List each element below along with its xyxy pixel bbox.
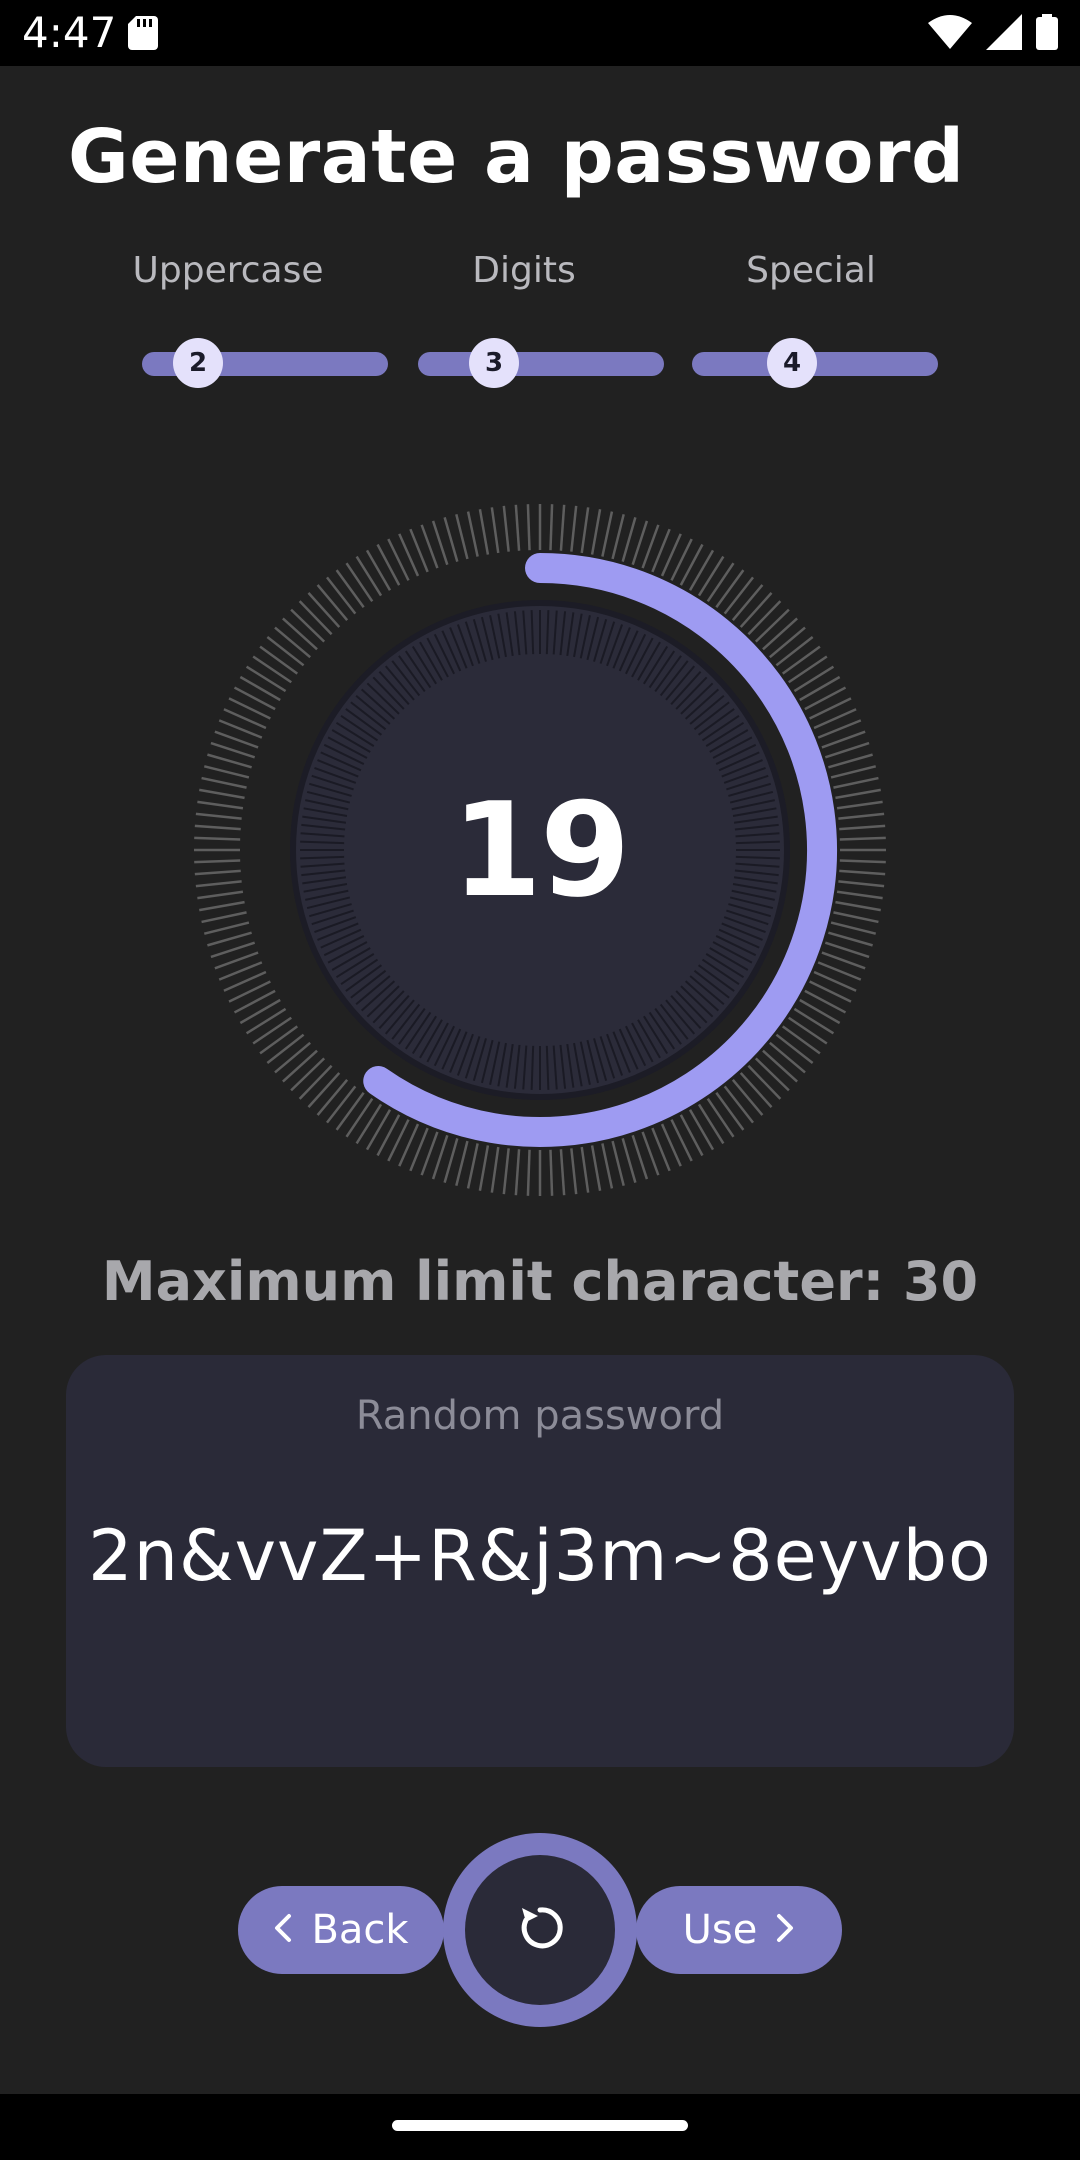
digits-slider[interactable]: 3 [418,338,664,388]
password-label: Random password [355,1393,725,1439]
special-slider-thumb[interactable]: 4 [767,338,817,388]
refresh-button-inner [465,1855,615,2005]
max-limit-text: Maximum limit character: 30 [101,1250,979,1313]
wifi-icon [928,15,972,53]
status-time: 4:47 [22,8,117,57]
password-card: Random password 2n&vvZ+R&j3m~8eyvbo [66,1355,1014,1767]
dial-value: 19 [451,774,631,926]
battery-icon [1036,14,1058,54]
home-indicator[interactable] [392,2120,688,2131]
back-button[interactable]: Back [238,1886,444,1974]
navigation-bar [0,2094,1080,2160]
uppercase-slider-thumb[interactable]: 2 [173,338,223,388]
digits-slider-thumb[interactable]: 3 [469,338,519,388]
password-value[interactable]: 2n&vvZ+R&j3m~8eyvbo [66,1515,1014,1597]
chevron-right-icon [775,1907,795,1953]
chevron-left-icon [273,1907,293,1953]
use-button[interactable]: Use [636,1886,842,1974]
back-button-label: Back [311,1907,409,1953]
special-label: Special [746,250,876,291]
length-dial[interactable]: 19 [190,500,890,1200]
refresh-icon [512,1900,568,1960]
uppercase-slider[interactable]: 2 [142,338,388,388]
status-bar: 4:47 [0,0,1080,66]
uppercase-label: Uppercase [132,250,324,291]
page-title: Generate a password [68,114,965,200]
refresh-button[interactable] [443,1833,637,2027]
cell-signal-icon [986,14,1022,54]
sd-card-icon [128,16,158,54]
digits-label: Digits [472,250,576,291]
special-slider[interactable]: 4 [692,338,938,388]
use-button-label: Use [682,1907,758,1953]
